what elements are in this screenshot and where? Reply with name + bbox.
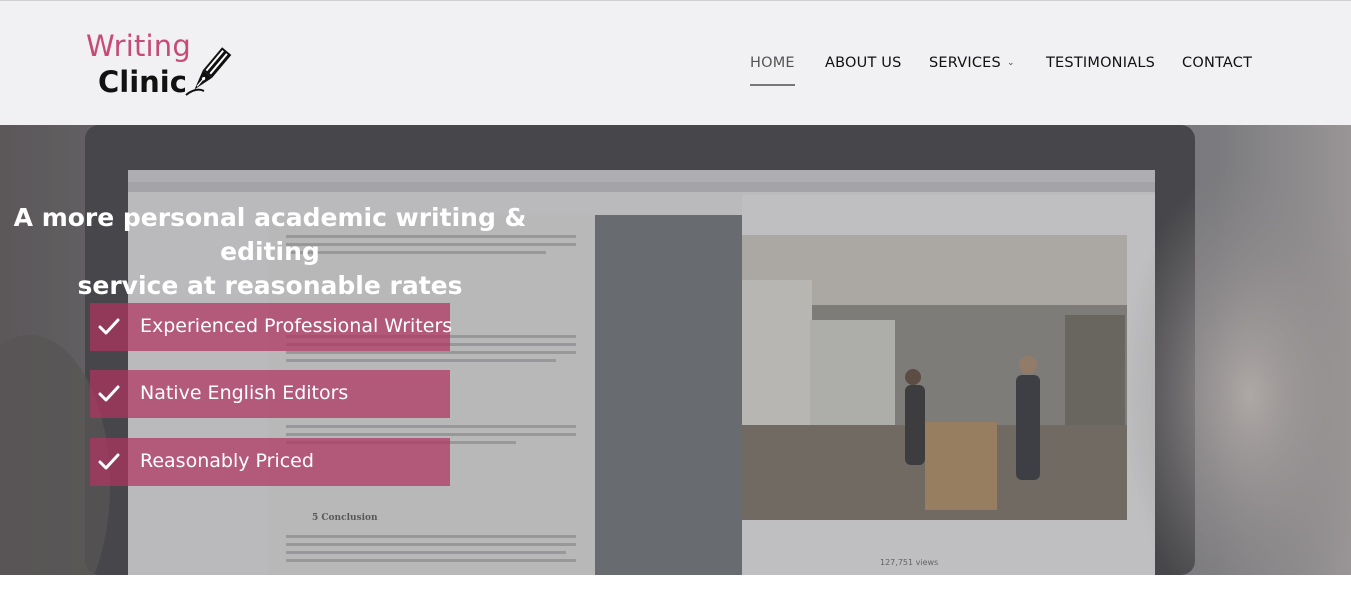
feature-label: Native English Editors: [140, 382, 349, 404]
nav-services[interactable]: SERVICES ⌄: [929, 55, 1015, 71]
active-nav-underline: [750, 84, 795, 86]
hero-headline-line2: service at reasonable rates: [77, 271, 463, 300]
hero-headline-line1: A more personal academic writing & editi…: [13, 203, 527, 266]
nav-contact[interactable]: CONTACT: [1182, 55, 1252, 71]
site-header: Writing Clinic HOME ABOUT US SERVICES ⌄ T…: [0, 0, 1351, 125]
checkmark-icon: [98, 385, 120, 402]
nav-services-label: SERVICES: [929, 55, 1001, 71]
checkmark-icon: [98, 453, 120, 470]
feature-item: Native English Editors: [90, 370, 450, 418]
nav-home[interactable]: HOME: [750, 55, 795, 71]
main-navigation: HOME ABOUT US SERVICES ⌄ TESTIMONIALS CON…: [0, 55, 1351, 87]
feature-label: Reasonably Priced: [140, 450, 314, 472]
feature-label: Experienced Professional Writers: [140, 315, 453, 337]
hero-banner: 5 Conclusion 127,751 views A more person…: [0, 125, 1351, 575]
nav-about-us[interactable]: ABOUT US: [825, 55, 902, 71]
nav-testimonials[interactable]: TESTIMONIALS: [1046, 55, 1155, 71]
chevron-down-icon: ⌄: [1006, 58, 1015, 68]
checkmark-icon: [98, 318, 120, 335]
feature-item: Reasonably Priced: [90, 438, 450, 486]
hero-headline: A more personal academic writing & editi…: [0, 201, 540, 303]
feature-item: Experienced Professional Writers: [90, 303, 453, 351]
